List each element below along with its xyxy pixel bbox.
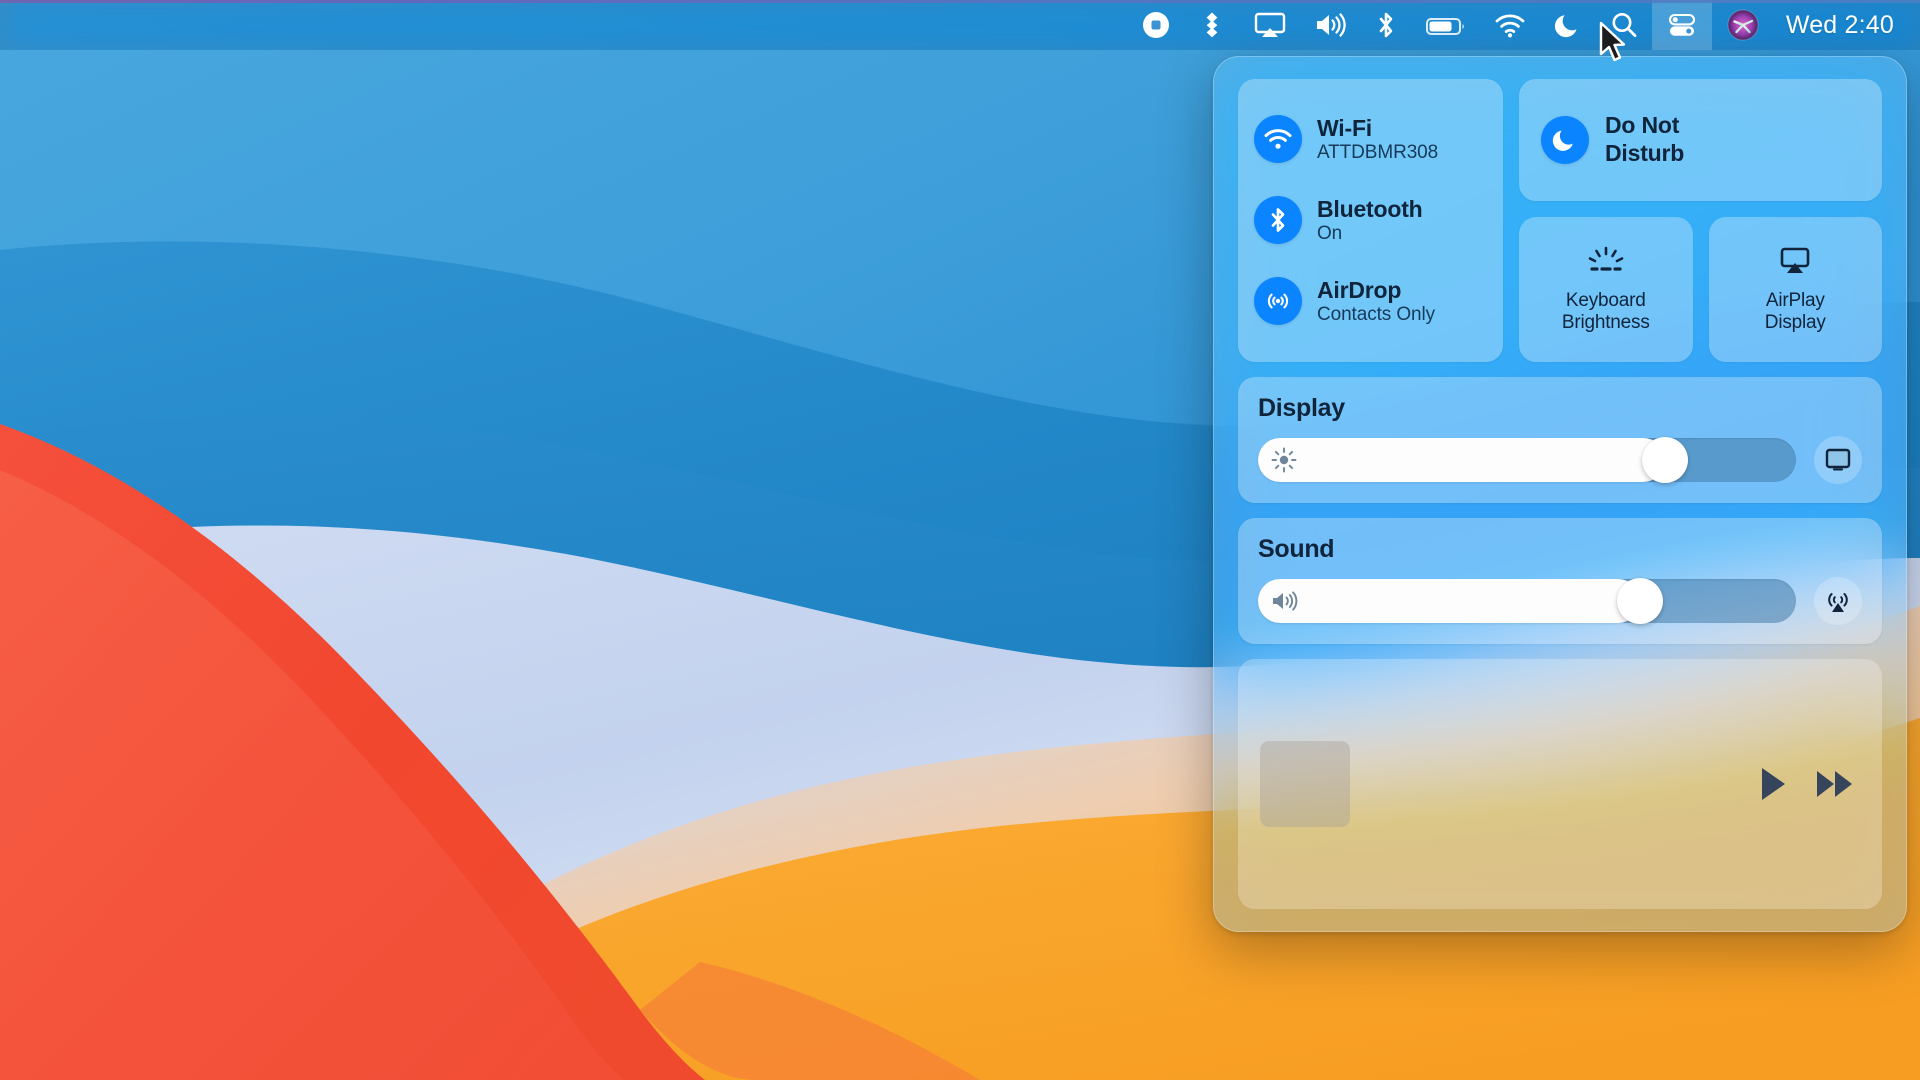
battery-icon — [1425, 18, 1464, 35]
moon-icon — [1541, 116, 1589, 164]
sound-volume-slider[interactable] — [1258, 578, 1796, 624]
dropbox-icon — [1206, 12, 1218, 38]
bluetooth-icon — [1379, 12, 1393, 38]
do-not-disturb-label: Do Not Disturb — [1605, 112, 1684, 167]
toggle-bluetooth-title: Bluetooth — [1317, 195, 1423, 222]
keyboard-brightness-line-1: Keyboard — [1565, 289, 1646, 311]
toggle-wifi[interactable]: Wi-Fi ATTDBMR308 — [1254, 115, 1487, 165]
airplay-icon — [1254, 12, 1286, 37]
play-icon[interactable] — [1756, 765, 1790, 803]
control-center-icon — [1668, 13, 1695, 36]
menubar-item-control-center[interactable] — [1651, 0, 1712, 50]
connectivity-card: Wi-Fi ATTDBMR308 Bluetooth On AirDrop Co… — [1238, 79, 1503, 362]
display-settings-button[interactable] — [1814, 436, 1862, 484]
toggle-airdrop-text: AirDrop Contacts Only — [1317, 277, 1435, 327]
toggle-bluetooth[interactable]: Bluetooth On — [1254, 196, 1487, 246]
media-widget — [1238, 659, 1882, 909]
speaker-icon — [1273, 591, 1298, 611]
dnd-line-1: Do Not — [1605, 112, 1680, 139]
menubar-item-do-not-disturb[interactable] — [1540, 0, 1596, 50]
wifi-icon — [1495, 14, 1525, 38]
album-art-placeholder — [1260, 741, 1350, 827]
menubar-item-siri[interactable] — [1712, 0, 1774, 50]
toggle-bluetooth-subtitle: On — [1317, 223, 1343, 245]
bluetooth-icon — [1254, 196, 1302, 245]
toggle-bluetooth-text: Bluetooth On — [1317, 196, 1423, 246]
display-monitor-icon — [1825, 448, 1851, 471]
keyboard-brightness-tile[interactable]: Keyboard Brightness — [1519, 217, 1693, 362]
sound-card: Sound — [1238, 518, 1882, 644]
menu-bar: Wed 2:40 — [0, 0, 1920, 50]
toggle-wifi-subtitle: ATTDBMR308 — [1317, 142, 1439, 164]
toggle-airdrop[interactable]: AirDrop Contacts Only — [1254, 277, 1487, 327]
do-not-disturb-button[interactable]: Do Not Disturb — [1519, 79, 1882, 201]
control-center-right-column: Do Not Disturb Keyboard Brightness AirPl… — [1519, 79, 1882, 362]
display-brightness-slider[interactable] — [1258, 437, 1796, 483]
sound-slider-fill — [1258, 579, 1641, 623]
menubar-item-battery[interactable] — [1412, 0, 1480, 50]
display-slider-knob[interactable] — [1641, 437, 1688, 483]
display-title: Display — [1258, 394, 1345, 422]
keyboard-brightness-line-2: Brightness — [1561, 312, 1650, 333]
control-center-top-row: Wi-Fi ATTDBMR308 Bluetooth On AirDrop Co… — [1238, 79, 1882, 362]
menubar-item-volume[interactable] — [1300, 0, 1360, 50]
search-icon — [1612, 13, 1637, 38]
airplay-display-line-1: AirPlay — [1765, 289, 1825, 311]
screen-recording-icon — [1142, 12, 1169, 38]
menubar-item-wifi[interactable] — [1480, 0, 1540, 50]
airplay-display-icon — [1780, 247, 1810, 273]
control-center-panel: Wi-Fi ATTDBMR308 Bluetooth On AirDrop Co… — [1213, 56, 1907, 932]
do-not-disturb-icon — [1554, 15, 1577, 38]
menubar-item-screen-recording[interactable] — [1128, 0, 1184, 50]
wifi-icon — [1254, 115, 1302, 164]
siri-icon — [1727, 9, 1759, 41]
keyboard-brightness-icon — [1588, 246, 1624, 271]
menubar-clock[interactable]: Wed 2:40 — [1774, 11, 1920, 40]
control-center-tiles: Keyboard Brightness AirPlay Display — [1519, 217, 1882, 362]
sound-slider-knob[interactable] — [1617, 578, 1664, 624]
toggle-wifi-text: Wi-Fi ATTDBMR308 — [1317, 115, 1438, 165]
fast-forward-icon[interactable] — [1814, 765, 1858, 803]
media-controls — [1756, 765, 1858, 803]
keyboard-brightness-label: Keyboard Brightness — [1562, 290, 1650, 334]
airdrop-icon — [1254, 277, 1302, 326]
toggle-airdrop-title: AirDrop — [1317, 276, 1402, 303]
sound-slider-row — [1258, 577, 1862, 625]
airplay-display-label: AirPlay Display — [1765, 290, 1826, 334]
volume-icon — [1316, 13, 1346, 37]
brightness-icon — [1271, 447, 1297, 473]
sound-output-button[interactable] — [1814, 577, 1862, 625]
display-slider-fill — [1258, 438, 1665, 482]
menubar-item-airplay[interactable] — [1240, 0, 1300, 50]
menubar-item-spotlight[interactable] — [1596, 0, 1652, 50]
menubar-item-dropbox[interactable] — [1184, 0, 1240, 50]
toggle-airdrop-subtitle: Contacts Only — [1317, 304, 1436, 326]
sound-title: Sound — [1258, 535, 1335, 563]
menubar-item-bluetooth[interactable] — [1360, 0, 1412, 50]
display-slider-row — [1258, 436, 1862, 484]
airplay-audio-icon — [1828, 593, 1848, 612]
toggle-wifi-title: Wi-Fi — [1317, 114, 1372, 141]
airplay-display-line-2: Display — [1764, 312, 1826, 333]
dnd-line-2: Disturb — [1605, 140, 1685, 166]
display-card: Display — [1238, 377, 1882, 503]
airplay-display-tile[interactable]: AirPlay Display — [1708, 217, 1882, 362]
